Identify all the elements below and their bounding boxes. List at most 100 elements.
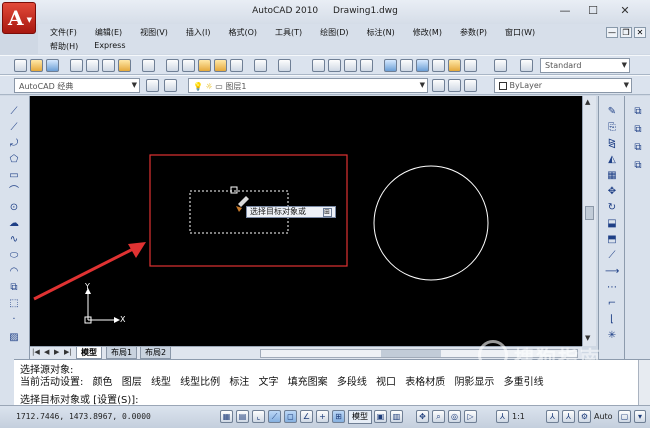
drawing-canvas[interactable]: Y X 选择目标对象或 ⊞ — [30, 96, 596, 346]
annotation-scale-value[interactable]: 1:1 — [512, 412, 525, 421]
quick-view-layouts-icon[interactable]: ▣ — [374, 410, 387, 423]
spline-icon[interactable]: ∿ — [7, 234, 21, 246]
circle-icon[interactable]: ⊙ — [7, 202, 21, 214]
match-properties-icon[interactable] — [214, 59, 227, 72]
move-icon[interactable]: ✥ — [605, 186, 619, 198]
help-icon[interactable] — [494, 59, 507, 72]
annotation-visibility-icon[interactable]: ⅄ — [546, 410, 559, 423]
properties-icon[interactable] — [384, 59, 397, 72]
maximize-button[interactable]: ☐ — [582, 3, 604, 19]
workspace-settings-icon[interactable] — [146, 79, 159, 92]
bring-to-front-icon[interactable]: ⧉ — [631, 106, 645, 118]
command-window-grip[interactable] — [0, 359, 14, 405]
vertical-scrollbar[interactable]: ▲ ▼ — [582, 96, 596, 346]
grid-icon[interactable]: ▤ — [236, 410, 249, 423]
menu-express[interactable]: Express — [90, 41, 129, 52]
menu-draw[interactable]: 绘图(D) — [316, 27, 352, 38]
sheet-set-icon[interactable] — [432, 59, 445, 72]
copy-object-icon[interactable]: ⎘ — [605, 122, 619, 134]
next-tab-icon[interactable]: ▶ — [54, 348, 59, 356]
menu-window[interactable]: 窗口(W) — [501, 27, 539, 38]
extend-icon[interactable]: ⟶ — [605, 266, 619, 278]
menu-tools[interactable]: 工具(T) — [271, 27, 306, 38]
scale-icon[interactable]: ⬓ — [605, 218, 619, 230]
prev-tab-icon[interactable]: ◀ — [44, 348, 49, 356]
circle-entity[interactable] — [373, 165, 489, 281]
osnap-icon[interactable]: ◻ — [284, 410, 297, 423]
join-icon[interactable]: ⌐ — [605, 298, 619, 310]
auto-scale-icon[interactable]: ⅄ — [562, 410, 575, 423]
menu-file[interactable]: 文件(F) — [46, 27, 81, 38]
array-icon[interactable]: ▦ — [605, 170, 619, 182]
tab-layout1[interactable]: 布局1 — [106, 347, 138, 359]
make-current-layer-icon[interactable] — [432, 79, 445, 92]
menu-view[interactable]: 视图(V) — [136, 27, 172, 38]
layer-previous-icon[interactable] — [448, 79, 461, 92]
text-style-select[interactable]: Standard ▼ — [540, 58, 630, 73]
point-icon[interactable]: · — [7, 314, 21, 326]
menu-format[interactable]: 格式(O) — [224, 27, 261, 38]
otrack-icon[interactable]: ∠ — [300, 410, 313, 423]
zoom-status-icon[interactable]: ⌕ — [432, 410, 445, 423]
steering-wheel-icon[interactable]: ◎ — [448, 410, 461, 423]
menu-edit[interactable]: 编辑(E) — [91, 27, 126, 38]
ortho-icon[interactable]: ⌞ — [252, 410, 265, 423]
menu-parametric[interactable]: 参数(P) — [456, 27, 491, 38]
paste-icon[interactable] — [198, 59, 211, 72]
tool-palettes-icon[interactable] — [416, 59, 429, 72]
zoom-realtime-icon[interactable] — [328, 59, 341, 72]
tab-model[interactable]: 模型 — [76, 347, 102, 359]
workspace-switch-icon[interactable]: ⚙ — [578, 410, 591, 423]
stretch-icon[interactable]: ⬒ — [605, 234, 619, 246]
command-scrollbar[interactable] — [638, 360, 650, 406]
minimize-button[interactable]: — — [554, 3, 576, 19]
print-icon[interactable] — [70, 59, 83, 72]
close-button[interactable]: ✕ — [614, 3, 636, 19]
snap-icon[interactable]: ▦ — [220, 410, 233, 423]
markup-icon[interactable] — [448, 59, 461, 72]
rectangle-icon[interactable]: ▭ — [7, 170, 21, 182]
3d-dwf-icon[interactable] — [118, 59, 131, 72]
first-tab-icon[interactable]: |◀ — [32, 348, 40, 356]
revision-cloud-icon[interactable]: ☁ — [7, 218, 21, 230]
menu-help[interactable]: 帮助(H) — [46, 41, 82, 52]
offset-icon[interactable]: ◭ — [605, 154, 619, 166]
design-center-icon[interactable] — [400, 59, 413, 72]
auto-label[interactable]: Auto — [594, 412, 613, 421]
mirror-icon[interactable]: ⧎ — [605, 138, 619, 150]
status-tray-icon[interactable]: ▾ — [634, 410, 646, 423]
polyline-icon[interactable]: ⤾ — [7, 138, 21, 150]
cut-icon[interactable] — [166, 59, 179, 72]
insert-block-icon[interactable]: ⧉ — [7, 282, 21, 294]
send-under-icon[interactable]: ⧉ — [631, 160, 645, 172]
hatch-icon[interactable]: ▨ — [7, 332, 21, 344]
copy-icon[interactable] — [182, 59, 195, 72]
grip-handle[interactable] — [230, 186, 238, 194]
pan-status-icon[interactable]: ✥ — [416, 410, 429, 423]
workspace-select[interactable]: AutoCAD 经典 ▼ — [14, 78, 140, 93]
send-to-back-icon[interactable]: ⧉ — [631, 124, 645, 136]
showmotion-icon[interactable]: ▷ — [464, 410, 477, 423]
chamfer-icon[interactable]: ⌊ — [605, 314, 619, 326]
quickcalc-icon[interactable] — [464, 59, 477, 72]
block-editor-icon[interactable] — [230, 59, 243, 72]
publish-icon[interactable] — [102, 59, 115, 72]
horizontal-scroll-thumb[interactable] — [381, 350, 441, 357]
menu-dimension[interactable]: 标注(N) — [363, 27, 399, 38]
construction-line-icon[interactable]: ⟋ — [7, 122, 21, 134]
last-tab-icon[interactable]: ▶| — [64, 348, 72, 356]
polygon-icon[interactable]: ⬠ — [7, 154, 21, 166]
doc-restore-button[interactable]: ❐ — [620, 27, 632, 38]
pan-icon[interactable] — [312, 59, 325, 72]
polar-icon[interactable]: ⟋ — [268, 410, 281, 423]
bring-above-icon[interactable]: ⧉ — [631, 142, 645, 154]
redo-icon[interactable] — [278, 59, 291, 72]
command-prompt[interactable]: 选择目标对象或 [设置(S)]: — [20, 391, 139, 406]
quick-view-drawings-icon[interactable]: ▥ — [390, 410, 403, 423]
line-icon[interactable]: ⟋ — [7, 106, 21, 118]
tooltip-options-icon[interactable]: ⊞ — [322, 208, 332, 217]
doc-minimize-button[interactable]: — — [606, 27, 618, 38]
make-block-icon[interactable]: ⬚ — [7, 298, 21, 310]
zoom-previous-icon[interactable] — [360, 59, 373, 72]
linetype-select[interactable]: ByLayer ▼ — [494, 78, 632, 93]
